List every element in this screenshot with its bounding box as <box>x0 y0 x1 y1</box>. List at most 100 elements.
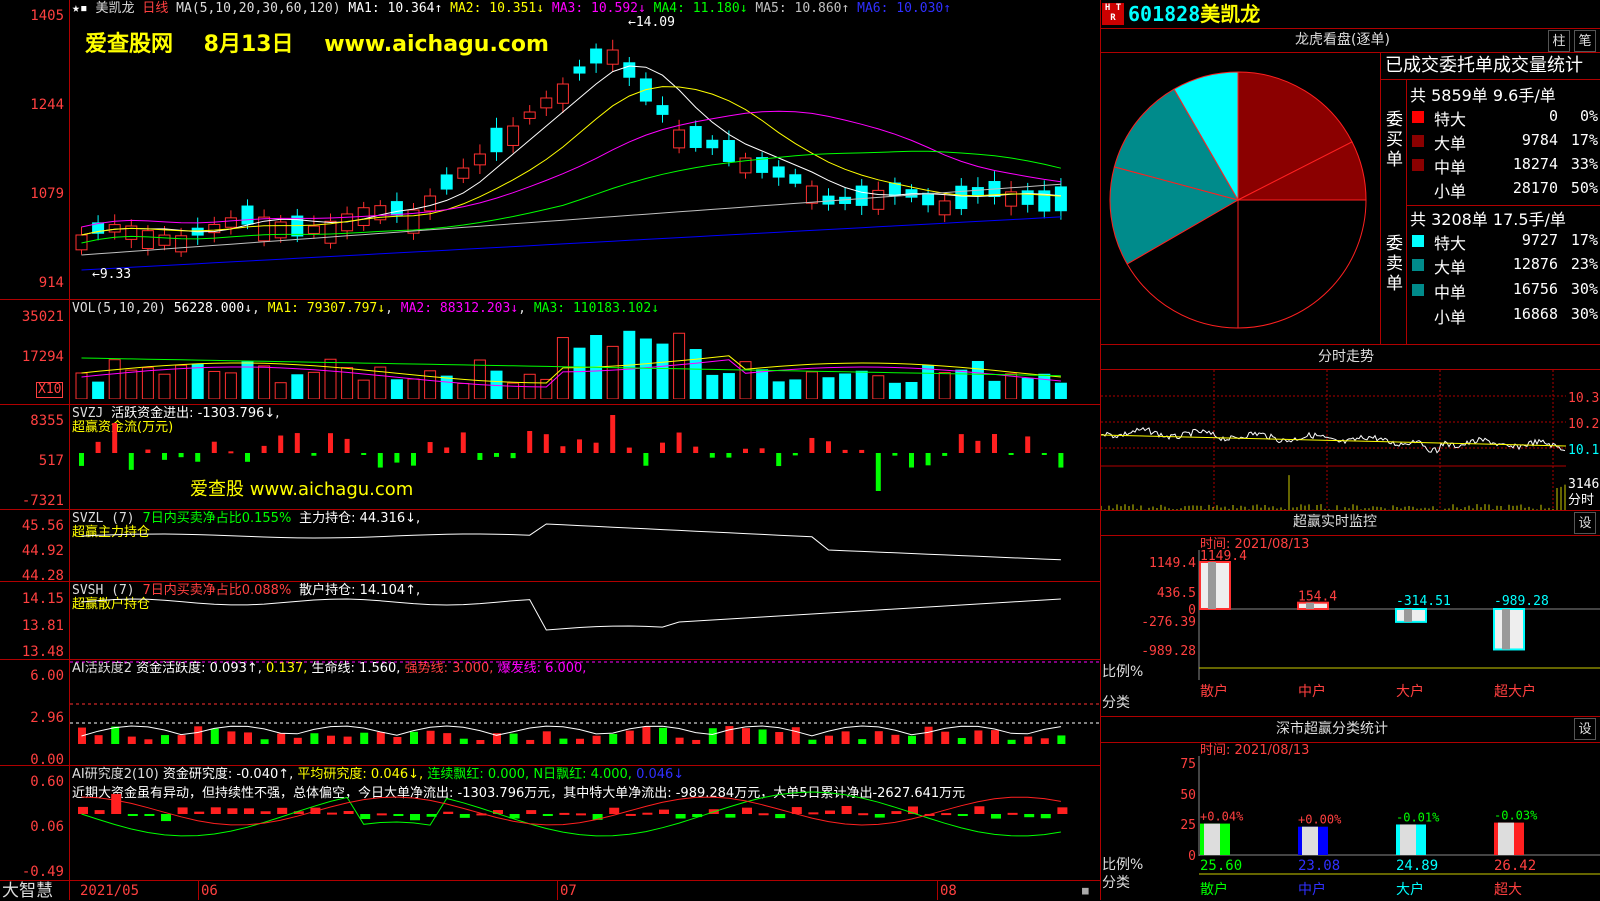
activity-bar <box>825 735 833 744</box>
activity-bar <box>526 739 535 744</box>
candle-body <box>623 62 636 78</box>
fund-flow-bar <box>693 446 699 453</box>
right-panel: H TR 601828美凯龙 龙虎看盘(逐单) 柱 笔 已成交委托单成交量统计 … <box>1100 0 1600 900</box>
candle-body <box>922 192 935 206</box>
sell-side-label: 委卖单 <box>1386 234 1403 294</box>
research-bar <box>277 807 288 814</box>
fund-flow-bar <box>842 449 848 453</box>
candle-body <box>274 221 287 239</box>
monitor-value-label: 154.4 <box>1298 590 1337 605</box>
activity-bar <box>393 736 402 744</box>
volume-bar <box>473 359 486 399</box>
sz-value-label: 23.08 <box>1298 858 1340 874</box>
sell-medium-swatch <box>1412 284 1424 296</box>
main-holding-line <box>81 523 1061 561</box>
ai2-axis-2: 0.06 <box>30 819 64 835</box>
research-bar <box>393 814 404 816</box>
intraday-chart[interactable] <box>1101 370 1566 510</box>
buy-small-vol: 28170 <box>1512 179 1558 197</box>
bar-button[interactable]: 柱 <box>1548 30 1570 52</box>
order-pie-chart[interactable] <box>1108 60 1378 335</box>
left-chart-area[interactable]: ★▪ 美凯龙 日线 MA(5,10,20,30,60,120) MA1: 10.… <box>0 0 1100 900</box>
monitor-title: 超赢实时监控 <box>1293 514 1377 530</box>
sz-axis-label: 50 <box>1180 788 1196 803</box>
vol-unit-badge[interactable]: X10 <box>36 382 64 398</box>
sz-settings-button[interactable]: 设 <box>1574 718 1596 740</box>
fund-flow-bar <box>427 442 433 453</box>
volume-bar <box>656 343 669 399</box>
candle-body <box>307 225 320 234</box>
sz-axis-label: 25 <box>1180 818 1196 833</box>
sz-bar-chart[interactable]: 75 50 25 0 +0.04% 25.60 散户 +0.00% 23.08 中户 -0.01% 2… <box>1100 756 1600 900</box>
monitor-axis-label: -276.39 <box>1141 615 1196 630</box>
candle-body <box>523 111 536 119</box>
fund-flow-bar <box>95 441 101 453</box>
monitor-value-label: -314.51 <box>1396 594 1451 609</box>
candle-body <box>556 83 569 104</box>
candlestick-chart[interactable] <box>70 20 1100 299</box>
research-bar <box>459 814 470 818</box>
sz-bar-shade <box>1498 822 1514 855</box>
activity-bar <box>310 733 319 744</box>
research-bar <box>1057 807 1068 814</box>
pen-button[interactable]: 笔 <box>1574 30 1596 52</box>
activity-bar <box>244 732 252 744</box>
price-panel-header: ★▪ 美凯龙 日线 MA(5,10,20,30,60,120) MA1: 10.… <box>72 2 951 16</box>
intraday-axis-3: 10.19 <box>1568 443 1600 458</box>
lock-icon[interactable]: ■ <box>1082 884 1089 898</box>
sz-axis-label: 0 <box>1188 849 1196 864</box>
research-bar <box>78 806 88 814</box>
svzj-axis-1: 8355 <box>30 413 64 429</box>
sz-value-label: 24.89 <box>1396 858 1438 874</box>
ai1-axis-3: 0.00 <box>30 752 64 768</box>
volume-bar <box>872 375 885 399</box>
monitor-axis-label: 1149.4 <box>1149 556 1196 571</box>
volume-bar <box>1021 377 1034 399</box>
high-marker: ←14.09 <box>628 15 675 30</box>
volume-bar <box>1038 373 1051 399</box>
volume-bar <box>706 374 719 399</box>
activity-bar <box>327 735 335 744</box>
ai-activity-chart[interactable] <box>70 660 1100 765</box>
ai-research-chart[interactable] <box>70 766 1100 880</box>
monitor-value-label: 1149.4 <box>1200 550 1247 564</box>
fund-flow-bar <box>975 440 981 453</box>
volume-bar <box>938 372 951 399</box>
research-bar <box>1040 814 1051 819</box>
monitor-bar-chart[interactable]: 1149.4436.50-276.39-989.281149.4散户154.4中… <box>1100 550 1600 715</box>
volume-bar <box>92 381 105 399</box>
candle-body <box>689 126 702 148</box>
sz-category-label: 散户 <box>1200 881 1228 898</box>
pie-slice <box>1237 199 1367 329</box>
candle-body <box>573 66 586 74</box>
svzl-axis-1: 45.56 <box>21 518 64 534</box>
svzl-main-holding-chart[interactable] <box>70 510 1100 581</box>
fund-flow-bar <box>128 453 134 470</box>
volume-bar <box>756 369 769 399</box>
research-bar <box>991 814 1001 819</box>
ma1-value: MA1: 10.364↑ <box>348 1 443 16</box>
research-bar <box>891 811 902 814</box>
fund-flow-bar <box>112 423 118 453</box>
monitor-settings-button[interactable]: 设 <box>1574 512 1596 534</box>
intraday-unit: 分时 <box>1568 493 1595 508</box>
activity-bar <box>161 735 169 744</box>
activity-bar <box>559 738 568 744</box>
period-label[interactable]: 日线 <box>142 1 168 16</box>
fund-flow-bar <box>527 431 533 453</box>
ma6-value: MA6: 10.030↑ <box>857 1 952 16</box>
activity-bar <box>1024 736 1033 744</box>
monitor-category-label: 中户 <box>1298 683 1326 700</box>
activity-bar <box>775 732 784 744</box>
activity-bar <box>277 733 286 744</box>
volume-chart[interactable] <box>70 318 1100 399</box>
sz-ratio-label: 比例% <box>1102 857 1144 873</box>
sz-cat-label: 分类 <box>1102 875 1130 891</box>
fund-flow-bar <box>178 453 184 458</box>
ma3-line <box>81 110 1061 228</box>
fund-flow-bar <box>477 453 483 460</box>
candle-body <box>158 234 171 246</box>
fund-flow-bar <box>726 453 732 458</box>
candle-body <box>706 139 719 149</box>
svsh-retail-holding-chart[interactable] <box>70 582 1100 659</box>
